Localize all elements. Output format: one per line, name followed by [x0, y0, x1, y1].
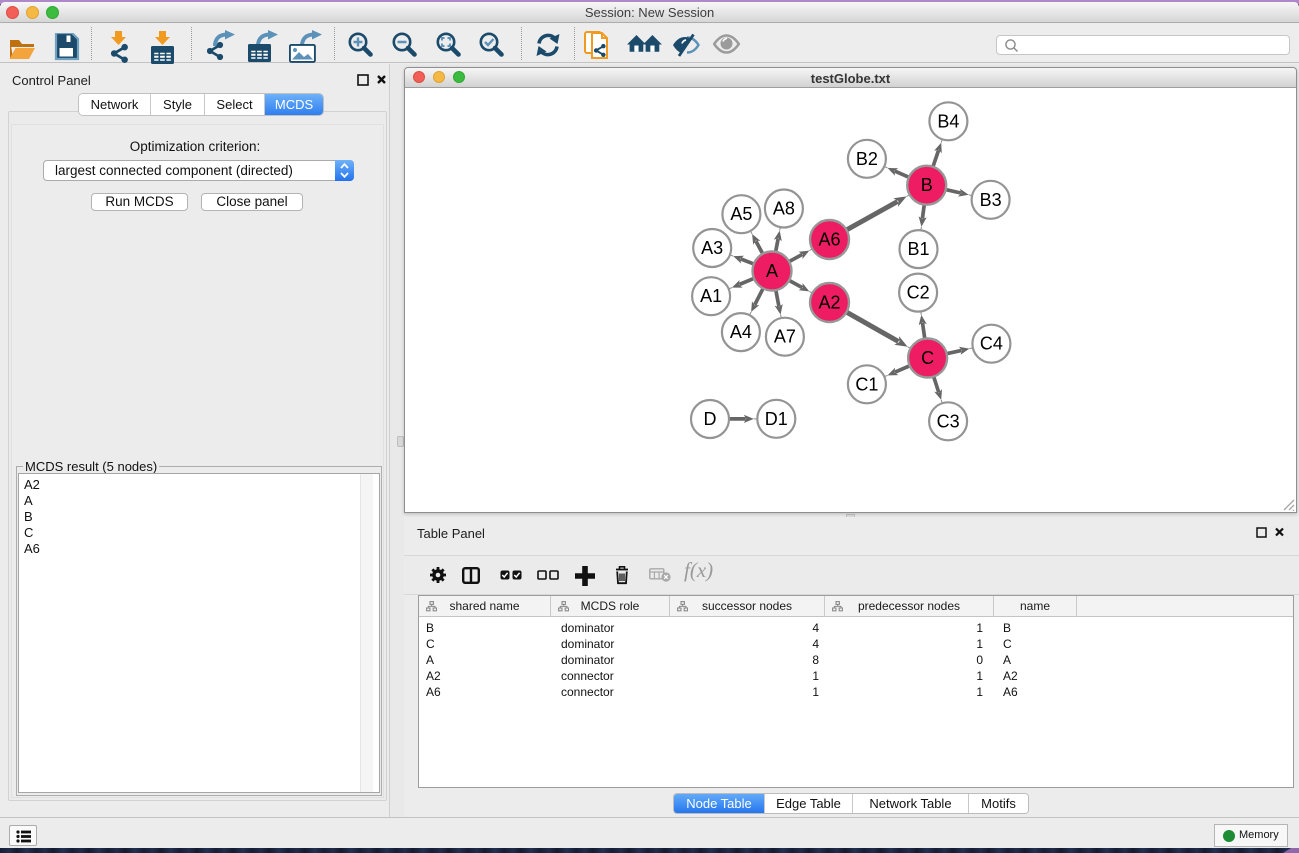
svg-text:A6: A6 [818, 230, 840, 250]
svg-text:B2: B2 [856, 149, 878, 169]
svg-text:f(x): f(x) [684, 559, 713, 582]
svg-text:A2: A2 [818, 293, 840, 313]
svg-text:A5: A5 [730, 204, 752, 224]
svg-text:C2: C2 [907, 283, 930, 303]
svg-text:C: C [921, 348, 934, 368]
svg-text:D1: D1 [765, 409, 788, 429]
svg-text:C3: C3 [937, 411, 960, 431]
svg-text:B: B [921, 175, 933, 195]
svg-text:A1: A1 [700, 286, 722, 306]
svg-text:B3: B3 [980, 190, 1002, 210]
svg-text:A8: A8 [773, 199, 795, 219]
svg-text:C1: C1 [855, 374, 878, 394]
svg-text:C4: C4 [980, 334, 1003, 354]
svg-text:A4: A4 [730, 322, 752, 342]
svg-text:B4: B4 [937, 111, 959, 131]
svg-text:A: A [766, 261, 778, 281]
svg-text:B1: B1 [907, 239, 929, 259]
svg-text:A7: A7 [774, 327, 796, 347]
svg-text:A3: A3 [701, 238, 723, 258]
svg-text:D: D [704, 409, 717, 429]
